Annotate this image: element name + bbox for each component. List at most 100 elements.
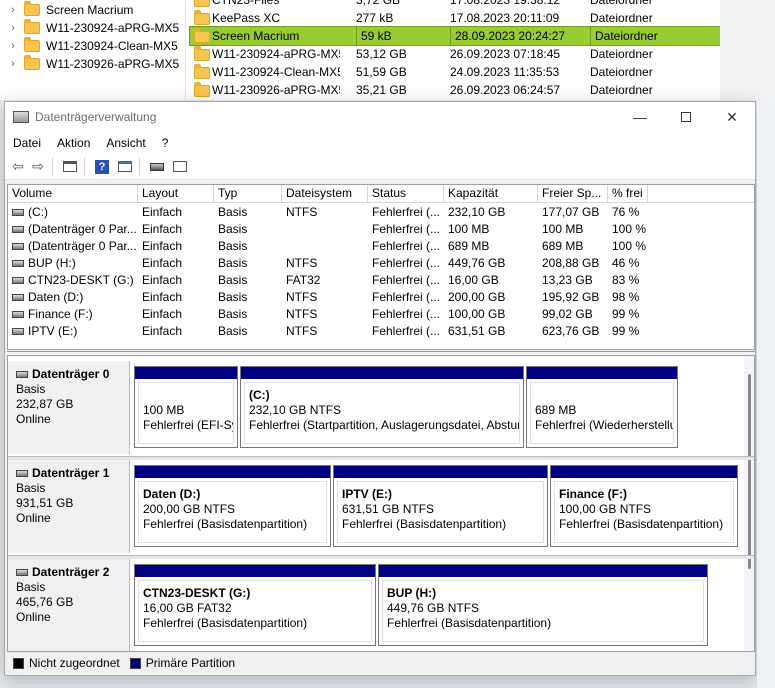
menu-ansicht[interactable]: Ansicht bbox=[98, 136, 153, 150]
partition[interactable]: CTN23-DESKT (G:) 16,00 GB FAT32 Fehlerfrei… bbox=[134, 564, 376, 646]
connect-button[interactable] bbox=[147, 157, 167, 177]
volume-cell: 16,00 GB bbox=[444, 272, 538, 289]
disk-label[interactable]: Datenträger 2 Basis 465,76 GB Online bbox=[8, 559, 130, 651]
volume-cell-text: 100,00 GB bbox=[448, 307, 506, 321]
help-button[interactable]: ? bbox=[92, 157, 112, 177]
partition[interactable]: Daten (D:) 200,00 GB NTFS Fehlerfrei (Basi… bbox=[134, 465, 331, 547]
drive-icon bbox=[12, 294, 24, 302]
file-size: 277 kB bbox=[356, 11, 394, 25]
file-row[interactable]: KeePass XC 277 kB 17.08.2023 20:11:09 Datei… bbox=[190, 9, 720, 27]
partition[interactable]: 689 MBFehlerfrei (Wiederherstellungspart… bbox=[526, 366, 678, 448]
checklist-button[interactable] bbox=[170, 157, 190, 177]
toolbar-divider bbox=[139, 157, 140, 176]
column-header[interactable]: Layout bbox=[138, 185, 214, 203]
connect-disk-icon bbox=[150, 162, 164, 171]
column-header[interactable]: Dateisystem bbox=[282, 185, 368, 203]
volume-cell-text: Basis bbox=[218, 256, 248, 270]
scrollbar-thumb[interactable] bbox=[748, 374, 751, 569]
volume-cell: Basis bbox=[214, 221, 282, 238]
disk-label[interactable]: Datenträger 0 Basis 232,87 GB Online bbox=[8, 361, 130, 454]
file-name: W11-230924-Clean-MX5 bbox=[212, 65, 340, 79]
partition-details: IPTV (E:) 631,51 GB NTFS Fehlerfrei (Basis… bbox=[337, 481, 544, 543]
tree-item[interactable]: › Screen Macrium bbox=[8, 1, 133, 19]
volume-row[interactable]: Finance (F:) Einfach Basis NTFS Fehlerfrei (… bbox=[8, 306, 754, 323]
column-header[interactable]: Status bbox=[368, 185, 444, 203]
tree-item[interactable]: › W11-230924-Clean-MX5 bbox=[8, 37, 178, 55]
properties-button[interactable] bbox=[115, 157, 135, 177]
volume-cell-text: Basis bbox=[218, 273, 248, 287]
chevron-right-icon[interactable]: › bbox=[8, 4, 18, 16]
volume-cell-text: Fehlerfrei (... bbox=[372, 324, 441, 338]
volume-cell: Fehlerfrei (... bbox=[368, 204, 444, 221]
file-row[interactable]: Screen Macrium 59 kB 28.09.2023 20:24:27 Da… bbox=[189, 26, 721, 46]
volume-cell: (Datenträger 0 Par... bbox=[8, 238, 138, 255]
legend: Nicht zugeordnet Primäre Partition bbox=[7, 652, 755, 674]
partition-details: (C:) 232,10 GB NTFS Fehlerfrei (Startparti… bbox=[244, 382, 520, 444]
volume-cell-text: 623,76 GB bbox=[542, 324, 600, 338]
column-header[interactable]: Freier Sp... bbox=[538, 185, 608, 203]
partition[interactable]: (C:) 232,10 GB NTFS Fehlerfrei (Startparti… bbox=[240, 366, 524, 448]
close-button[interactable]: ✕ bbox=[709, 102, 755, 132]
maximize-button[interactable] bbox=[663, 102, 709, 132]
volume-cell: 177,07 GB bbox=[538, 204, 608, 221]
volume-cell: Fehlerfrei (... bbox=[368, 323, 444, 340]
back-button[interactable]: ⇦ bbox=[8, 157, 28, 177]
menu-datei[interactable]: Datei bbox=[5, 136, 49, 150]
forward-button[interactable]: ⇨ bbox=[28, 157, 48, 177]
volume-cell-text: Basis bbox=[218, 239, 248, 253]
graphical-disk-view: Datenträger 0 Basis 232,87 GB Online 100 MB… bbox=[7, 355, 755, 652]
partition[interactable]: BUP (H:) 449,76 GB NTFS Fehlerfrei (Basisd… bbox=[378, 564, 708, 646]
minimize-button[interactable]: — bbox=[617, 102, 663, 132]
volume-cell bbox=[282, 221, 368, 238]
partition[interactable]: 100 MBFehlerfrei (EFI-Systempartition) bbox=[134, 366, 238, 448]
volume-row[interactable]: (C:) Einfach Basis NTFS Fehlerfrei (... 232,1… bbox=[8, 204, 754, 221]
disk-name: Datenträger 2 bbox=[16, 565, 129, 580]
menu-aktion[interactable]: Aktion bbox=[49, 136, 98, 150]
chevron-right-icon[interactable]: › bbox=[8, 58, 18, 70]
show-hide-console-tree-button[interactable] bbox=[60, 157, 80, 177]
volume-row[interactable]: IPTV (E:) Einfach Basis NTFS Fehlerfrei (...… bbox=[8, 323, 754, 340]
volume-cell: 232,10 GB bbox=[444, 204, 538, 221]
properties-icon bbox=[118, 161, 132, 172]
partition[interactable]: Finance (F:) 100,00 GB NTFS Fehlerfrei (Ba… bbox=[550, 465, 738, 547]
volume-cell: Finance (F:) bbox=[8, 306, 138, 323]
chevron-right-icon[interactable]: › bbox=[8, 22, 18, 34]
partition-size: 100,00 GB NTFS bbox=[559, 502, 652, 516]
partition[interactable]: IPTV (E:) 631,51 GB NTFS Fehlerfrei (Basis… bbox=[333, 465, 548, 547]
file-row[interactable]: W11-230924-aPRG-MX5 53,12 GB 26.09.2023 07… bbox=[190, 45, 720, 63]
tree-item[interactable]: › W11-230924-aPRG-MX5 bbox=[8, 19, 179, 37]
chevron-right-icon[interactable]: › bbox=[8, 40, 18, 52]
disk-separator bbox=[8, 456, 754, 460]
menu-help[interactable]: ? bbox=[154, 136, 177, 150]
volume-cell-text: (Datenträger 0 Par... bbox=[28, 239, 137, 253]
column-header[interactable]: Typ bbox=[214, 185, 282, 203]
volume-row[interactable]: (Datenträger 0 Par... Einfach Basis Fehlerf… bbox=[8, 221, 754, 238]
volume-cell-text: Einfach bbox=[142, 273, 183, 287]
file-row[interactable]: W11-230926-aPRG-MX5 35,21 GB 26.09.2023 06… bbox=[190, 81, 720, 99]
column-header[interactable]: Volume bbox=[8, 185, 138, 203]
vertical-scrollbar[interactable] bbox=[744, 356, 754, 651]
column-header[interactable]: % frei bbox=[608, 185, 648, 203]
tree-item[interactable]: › W11-230926-aPRG-MX5 bbox=[8, 55, 179, 73]
file-date: 17.08.2023 20:11:09 bbox=[450, 11, 560, 25]
file-type: Dateiordner bbox=[590, 47, 653, 61]
disk-status: Online bbox=[16, 610, 51, 624]
volume-row[interactable]: Daten (D:) Einfach Basis NTFS Fehlerfrei (..… bbox=[8, 289, 754, 306]
title-bar[interactable]: Datenträgerverwaltung — ✕ bbox=[5, 102, 755, 132]
volume-cell: Basis bbox=[214, 306, 282, 323]
column-header[interactable]: Kapazität bbox=[444, 185, 538, 203]
file-row[interactable]: W11-230924-Clean-MX5 51,59 GB 24.09.2023 1… bbox=[190, 63, 720, 81]
volume-cell-text: 13,23 GB bbox=[542, 273, 593, 287]
volume-row[interactable]: CTN23-DESKT (G:) Einfach Basis FAT32 Fehlerf… bbox=[8, 272, 754, 289]
disk-label[interactable]: Datenträger 1 Basis 931,51 GB Online bbox=[8, 460, 130, 553]
volume-cell: Basis bbox=[214, 255, 282, 272]
file-type: Dateiordner bbox=[590, 83, 653, 97]
volume-row[interactable]: (Datenträger 0 Par... Einfach Basis Fehlerf… bbox=[8, 238, 754, 255]
partition-details: BUP (H:) 449,76 GB NTFS Fehlerfrei (Basisd… bbox=[382, 580, 704, 642]
file-size: 53,12 GB bbox=[356, 47, 407, 61]
partition-size: 200,00 GB NTFS bbox=[143, 502, 236, 516]
file-row[interactable]: CTN23-Files 3,72 GB 17.08.2023 19:38:12 Dat… bbox=[190, 0, 720, 9]
volume-cell: NTFS bbox=[282, 289, 368, 306]
disk-icon bbox=[16, 470, 28, 477]
volume-row[interactable]: BUP (H:) Einfach Basis NTFS Fehlerfrei (... 4… bbox=[8, 255, 754, 272]
